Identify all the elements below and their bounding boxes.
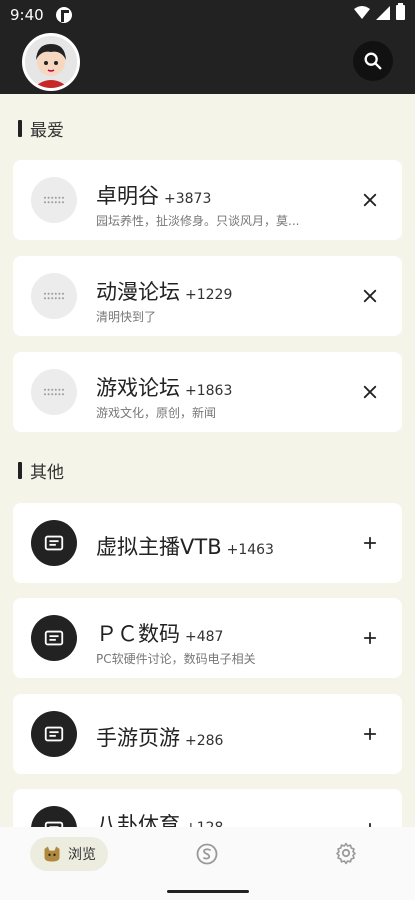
forum-icon: [31, 520, 77, 566]
dots-icon: [44, 292, 64, 299]
forum-card-1[interactable]: 虚拟主播VTB +1463: [13, 503, 402, 583]
forum-title: 游戏论坛 +1863: [96, 372, 232, 402]
bottom-navigation: 浏览: [0, 827, 415, 900]
document-icon: [44, 726, 64, 742]
forum-card-3[interactable]: 手游页游 +286: [13, 694, 402, 774]
forum-card-2[interactable]: ＰＣ数码 +487 PC软硬件讨论，数码电子相关: [13, 598, 402, 678]
forum-count: +286: [185, 733, 224, 749]
forum-name: 游戏论坛: [96, 376, 180, 400]
forum-count: +1863: [185, 383, 233, 399]
forum-title: 虚拟主播VTB +1463: [96, 531, 274, 561]
favorites-label: 最爱: [30, 121, 64, 141]
forum-name: ＰＣ数码: [96, 622, 180, 646]
home-indicator[interactable]: [167, 890, 249, 893]
section-marker: [18, 462, 22, 479]
search-button[interactable]: [353, 41, 393, 81]
document-icon: [44, 630, 64, 646]
signal-icon: [376, 5, 390, 20]
plus-icon: [363, 727, 377, 741]
forum-name: 动漫论坛: [96, 280, 180, 304]
close-icon: [363, 193, 377, 207]
remove-favorite-button[interactable]: [358, 380, 382, 404]
forum-title: 卓明谷 +3873: [96, 180, 211, 210]
add-favorite-button[interactable]: [358, 531, 382, 555]
dots-icon: [44, 388, 64, 395]
others-section-title: 其他: [18, 458, 64, 483]
app-notification-icon: [56, 7, 72, 23]
close-icon: [363, 385, 377, 399]
forum-title: 手游页游 +286: [96, 722, 223, 752]
close-icon: [363, 289, 377, 303]
search-icon: [364, 52, 382, 70]
forum-name: 手游页游: [96, 726, 180, 750]
nav-browse-label: 浏览: [68, 847, 96, 863]
document-icon: [44, 535, 64, 551]
forum-title: 动漫论坛 +1229: [96, 276, 232, 306]
system-icons: [354, 3, 405, 20]
avatar-face-icon: [25, 36, 77, 88]
plus-icon: [363, 631, 377, 645]
forum-description: 清明快到了: [96, 310, 157, 324]
forum-placeholder: [31, 369, 77, 415]
nav-coin-tab[interactable]: [195, 842, 219, 866]
favorite-card-2[interactable]: 动漫论坛 +1229 清明快到了: [13, 256, 402, 336]
favorite-card-3[interactable]: 游戏论坛 +1863 游戏文化，原创，新闻: [13, 352, 402, 432]
cat-icon: [44, 846, 60, 862]
status-bar: 9:40: [0, 0, 415, 30]
gear-icon: [336, 842, 356, 865]
avatar[interactable]: [22, 33, 80, 91]
forum-description: 园坛养性，扯淡修身。只谈风月，莫...: [96, 214, 300, 228]
forum-icon: [31, 615, 77, 661]
forum-title: ＰＣ数码 +487: [96, 618, 223, 648]
plus-icon: [363, 536, 377, 550]
nav-browse-tab[interactable]: 浏览: [30, 837, 108, 871]
remove-favorite-button[interactable]: [358, 188, 382, 212]
favorite-card-1[interactable]: 卓明谷 +3873 园坛养性，扯淡修身。只谈风月，莫...: [13, 160, 402, 240]
add-favorite-button[interactable]: [358, 626, 382, 650]
others-label: 其他: [30, 463, 64, 483]
section-marker: [18, 120, 22, 137]
wifi-icon: [354, 5, 370, 19]
forum-count: +487: [185, 629, 224, 645]
dots-icon: [44, 196, 64, 203]
coin-icon: [196, 843, 218, 865]
nav-settings-tab[interactable]: [334, 841, 358, 865]
forum-placeholder: [31, 273, 77, 319]
favorites-section-title: 最爱: [18, 116, 64, 141]
forum-description: PC软硬件讨论，数码电子相关: [96, 652, 256, 666]
forum-icon: [31, 711, 77, 757]
forum-count: +1229: [185, 287, 233, 303]
remove-favorite-button[interactable]: [358, 284, 382, 308]
app-header: 9:40: [0, 0, 415, 94]
forum-description: 游戏文化，原创，新闻: [96, 406, 217, 420]
forum-name: 卓明谷: [96, 184, 159, 208]
status-time: 9:40: [10, 6, 44, 24]
forum-name: 虚拟主播VTB: [96, 535, 222, 559]
forum-count: +3873: [164, 191, 212, 207]
forum-placeholder: [31, 177, 77, 223]
battery-icon: [396, 3, 405, 20]
add-favorite-button[interactable]: [358, 722, 382, 746]
forum-count: +1463: [226, 542, 274, 558]
